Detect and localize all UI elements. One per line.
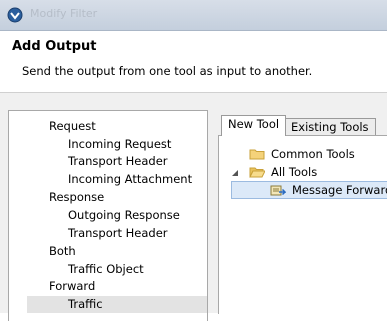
- dialog-title: Add Output: [12, 39, 97, 54]
- tree-item-label: Message Forward: [292, 183, 387, 197]
- list-item-incoming-request[interactable]: Incoming Request: [68, 136, 171, 153]
- tree-item-message-forward[interactable]: Message Forward: [231, 181, 387, 199]
- message-forward-icon: [270, 185, 286, 196]
- window-title: Modify Filter: [30, 7, 98, 20]
- list-item-both[interactable]: Both: [49, 243, 76, 260]
- tree-item-label: Common Tools: [271, 147, 355, 161]
- dialog-description: Send the output from one tool as input t…: [22, 64, 313, 78]
- list-item-forward[interactable]: Forward: [49, 278, 95, 295]
- list-item-traffic-object[interactable]: Traffic Object: [68, 261, 144, 278]
- list-item-response[interactable]: Response: [49, 189, 104, 206]
- list-item-outgoing-response[interactable]: Outgoing Response: [68, 207, 180, 224]
- output-type-list[interactable]: Request Incoming Request Transport Heade…: [8, 110, 208, 321]
- list-item-transport-header[interactable]: Transport Header: [68, 153, 168, 170]
- tree-item-label: All Tools: [271, 165, 318, 179]
- list-item-incoming-attachment[interactable]: Incoming Attachment: [68, 171, 192, 188]
- title-bar[interactable]: Modify Filter: [0, 0, 387, 31]
- list-item-transport-header-response[interactable]: Transport Header: [68, 225, 168, 242]
- folder-closed-icon: [249, 149, 265, 160]
- list-item-traffic[interactable]: Traffic: [27, 296, 207, 313]
- tab-new-tool[interactable]: New Tool: [221, 115, 287, 136]
- dialog-header: Add Output Send the output from one tool…: [0, 31, 387, 93]
- list-item-request[interactable]: Request: [49, 118, 96, 135]
- folder-open-icon: [249, 167, 265, 178]
- app-icon: [7, 7, 23, 23]
- tool-tree[interactable]: Common Tools All Tools Message Forward: [218, 135, 387, 314]
- list-item-traffic-label: Traffic: [68, 297, 103, 311]
- expand-arrow-icon[interactable]: [231, 169, 239, 177]
